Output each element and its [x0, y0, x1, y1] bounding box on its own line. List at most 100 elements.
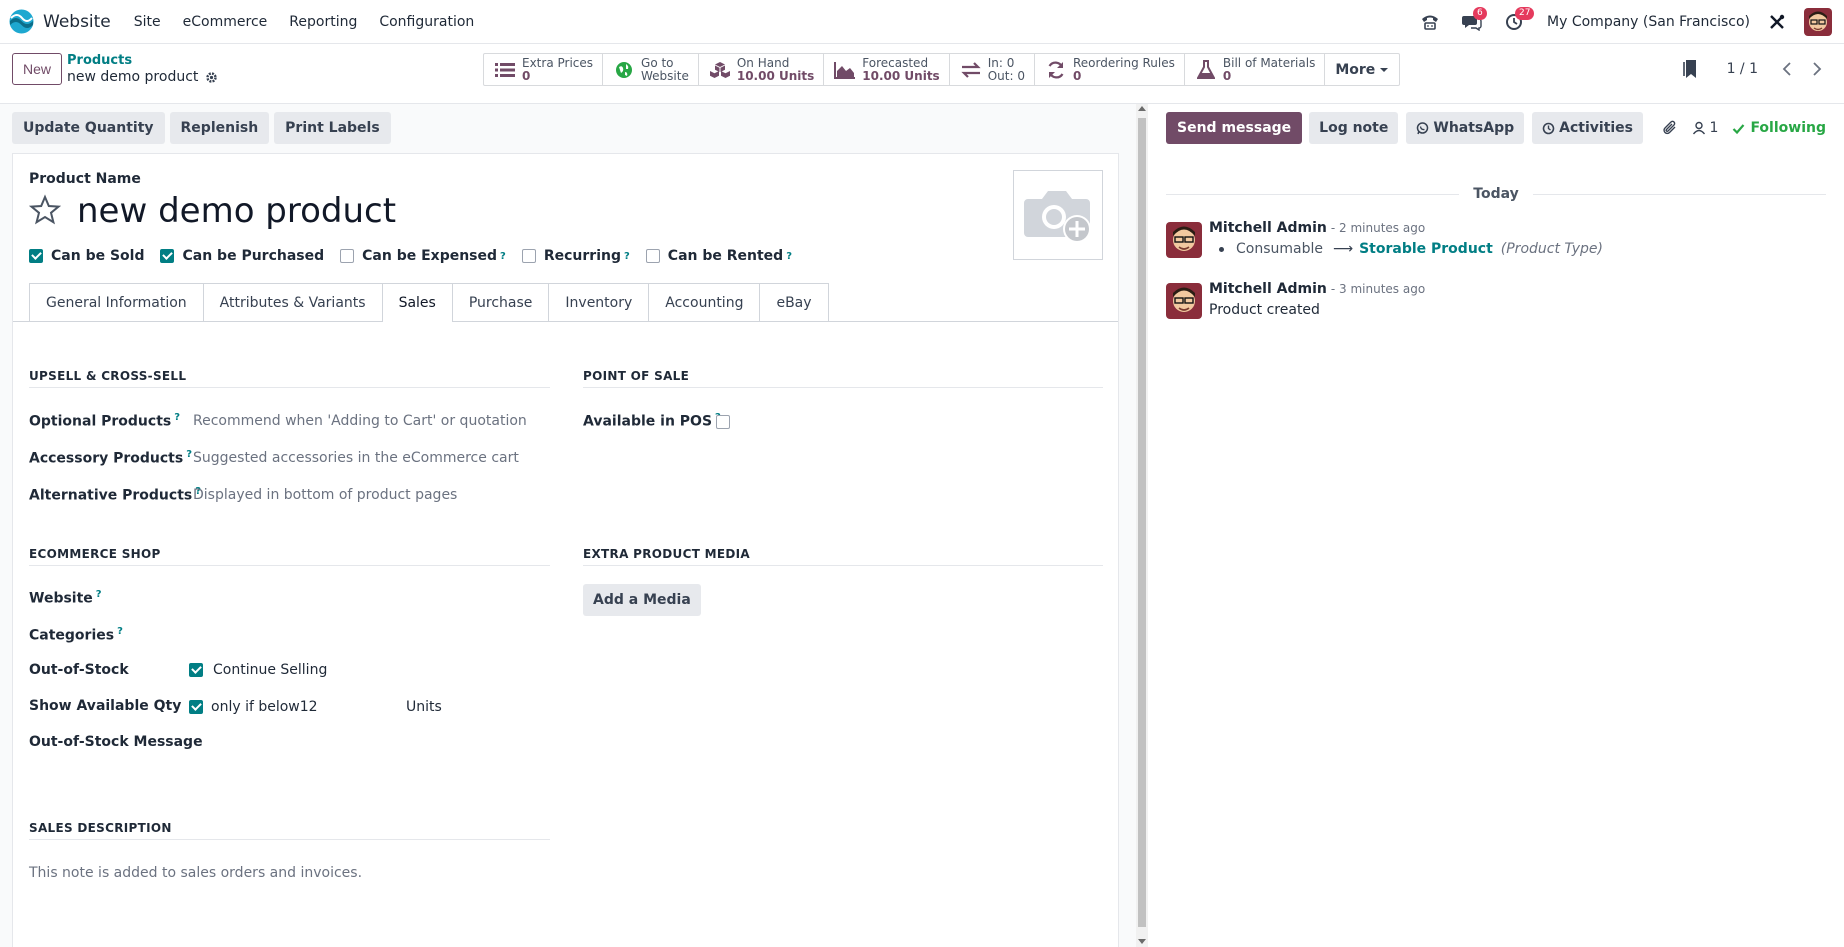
whatsapp-label: WhatsApp [1433, 120, 1515, 136]
bookmark-icon[interactable] [1682, 59, 1699, 79]
available-in-pos-checkbox[interactable] [716, 415, 730, 429]
message-author[interactable]: Mitchell Admin [1209, 220, 1327, 236]
tab-attributes-variants[interactable]: Attributes & Variants [202, 283, 383, 321]
pager: 1 / 1 [1682, 53, 1832, 85]
list-icon [493, 59, 517, 81]
check-icon [1733, 123, 1745, 134]
in-out-button[interactable]: In: 0 Out: 0 [950, 54, 1035, 85]
message-author[interactable]: Mitchell Admin [1209, 281, 1327, 297]
menu-item-configuration[interactable]: Configuration [368, 14, 485, 30]
help-tooltip-icon[interactable]: ? [96, 589, 102, 600]
print-labels-button[interactable]: Print Labels [274, 112, 391, 144]
show-available-qty-checkbox[interactable] [189, 700, 203, 714]
date-separator-label: Today [1473, 186, 1519, 202]
can-be-sold-label: Can be Sold [51, 248, 145, 264]
section-divider [583, 565, 1103, 566]
phone-icon[interactable] [1415, 7, 1445, 37]
list-bullet [1219, 246, 1224, 252]
out-of-stock-message-label: Out-of-Stock Message [29, 734, 203, 750]
forecasted-button[interactable]: Forecasted 10.00 Units [824, 54, 950, 85]
scroll-down-arrow-icon[interactable] [1138, 939, 1146, 944]
favorite-star-icon[interactable] [29, 194, 61, 226]
add-media-button[interactable]: Add a Media [583, 584, 701, 616]
go-to-website-button[interactable]: Go to Website [603, 54, 699, 85]
message-date: - 2 minutes ago [1330, 221, 1426, 235]
menu-item-site[interactable]: Site [123, 14, 172, 30]
help-tooltip-icon[interactable]: ? [186, 449, 192, 460]
optional-products-input[interactable]: Recommend when 'Adding to Cart' or quota… [193, 413, 527, 429]
optional-products-label: Optional Products? [29, 412, 180, 430]
area-chart-icon [833, 59, 857, 81]
menu-item-ecommerce[interactable]: eCommerce [172, 14, 279, 30]
tab-purchase[interactable]: Purchase [451, 283, 550, 321]
bill-of-materials-label: Bill of Materials [1222, 55, 1316, 70]
form-scrollbar[interactable] [1136, 104, 1148, 947]
whatsapp-button[interactable]: WhatsApp [1406, 112, 1525, 144]
scrollbar-thumb[interactable] [1138, 118, 1146, 927]
alternative-products-input[interactable]: Displayed in bottom of product pages [193, 487, 457, 503]
debug-tools-icon[interactable] [1766, 11, 1788, 33]
can-be-purchased-checkbox[interactable]: Can be Purchased [160, 248, 324, 264]
tab-ebay[interactable]: eBay [759, 283, 829, 321]
tab-sales[interactable]: Sales [381, 283, 453, 322]
product-name-input[interactable]: new demo product [77, 191, 396, 231]
continue-selling-checkbox[interactable] [189, 663, 203, 677]
checkbox-unchecked[interactable] [521, 249, 536, 263]
new-button[interactable]: New [12, 53, 62, 85]
gear-icon[interactable] [205, 71, 218, 84]
product-image-upload[interactable] [1013, 170, 1103, 260]
bill-of-materials-button[interactable]: Bill of Materials 0 [1185, 54, 1326, 85]
checkbox-unchecked[interactable] [645, 249, 660, 263]
checkbox-unchecked[interactable] [340, 249, 355, 263]
pager-value[interactable]: 1 / 1 [1727, 61, 1758, 77]
breadcrumb-parent-link[interactable]: Products [67, 53, 218, 68]
activities-button[interactable]: Activities [1532, 112, 1644, 144]
app-brand[interactable]: Website [9, 9, 111, 34]
threshold-input[interactable]: 12 [300, 699, 318, 715]
can-be-expensed-checkbox[interactable]: Can be Expensed? [340, 248, 506, 264]
reordering-rules-button[interactable]: Reordering Rules 0 [1035, 54, 1185, 85]
pager-previous-button[interactable] [1772, 54, 1802, 84]
menu-item-reporting[interactable]: Reporting [278, 14, 368, 30]
flask-icon [1194, 59, 1218, 81]
company-switcher[interactable]: My Company (San Francisco) [1547, 14, 1750, 30]
can-be-rented-checkbox[interactable]: Can be Rented? [645, 248, 792, 264]
app-logo-icon [9, 9, 34, 34]
sales-description-input[interactable]: This note is added to sales orders and i… [29, 865, 362, 881]
out-count: Out: 0 [987, 68, 1025, 83]
tab-accounting[interactable]: Accounting [648, 283, 761, 321]
activities-clock-icon[interactable]: 27 [1499, 7, 1535, 37]
recurring-checkbox[interactable]: Recurring? [521, 248, 630, 264]
checkbox-checked[interactable] [160, 249, 175, 263]
arrow-right-icon: ⟶ [1333, 241, 1354, 257]
following-button[interactable]: Following [1732, 120, 1826, 136]
whatsapp-icon [1416, 121, 1429, 135]
messages-icon[interactable]: 6 [1457, 7, 1487, 37]
log-note-button[interactable]: Log note [1309, 112, 1399, 144]
tab-inventory[interactable]: Inventory [548, 283, 650, 321]
on-hand-button[interactable]: On Hand 10.00 Units [699, 54, 825, 85]
can-be-purchased-label: Can be Purchased [182, 248, 325, 264]
accessory-products-input[interactable]: Suggested accessories in the eCommerce c… [193, 450, 519, 466]
author-avatar[interactable] [1166, 283, 1202, 319]
replenish-button[interactable]: Replenish [169, 112, 270, 144]
can-be-sold-checkbox[interactable]: Can be Sold [29, 248, 144, 264]
more-dropdown[interactable]: More [1325, 54, 1399, 85]
help-tooltip-icon[interactable]: ? [500, 251, 506, 262]
followers-button[interactable]: 1 [1692, 120, 1718, 136]
help-tooltip-icon[interactable]: ? [174, 412, 180, 423]
author-avatar[interactable] [1166, 222, 1202, 258]
help-tooltip-icon[interactable]: ? [624, 251, 630, 262]
tab-general-information[interactable]: General Information [29, 283, 204, 321]
scroll-up-arrow-icon[interactable] [1138, 106, 1146, 111]
continue-selling-field: Continue Selling [189, 662, 327, 678]
extra-prices-button[interactable]: Extra Prices 0 [484, 54, 604, 85]
help-tooltip-icon[interactable]: ? [786, 251, 792, 262]
pager-next-button[interactable] [1802, 54, 1832, 84]
user-avatar[interactable] [1804, 8, 1832, 36]
checkbox-checked[interactable] [29, 249, 43, 263]
attachment-paperclip-icon[interactable] [1662, 120, 1678, 136]
help-tooltip-icon[interactable]: ? [117, 626, 123, 637]
send-message-button[interactable]: Send message [1166, 112, 1303, 144]
update-quantity-button[interactable]: Update Quantity [12, 112, 165, 144]
